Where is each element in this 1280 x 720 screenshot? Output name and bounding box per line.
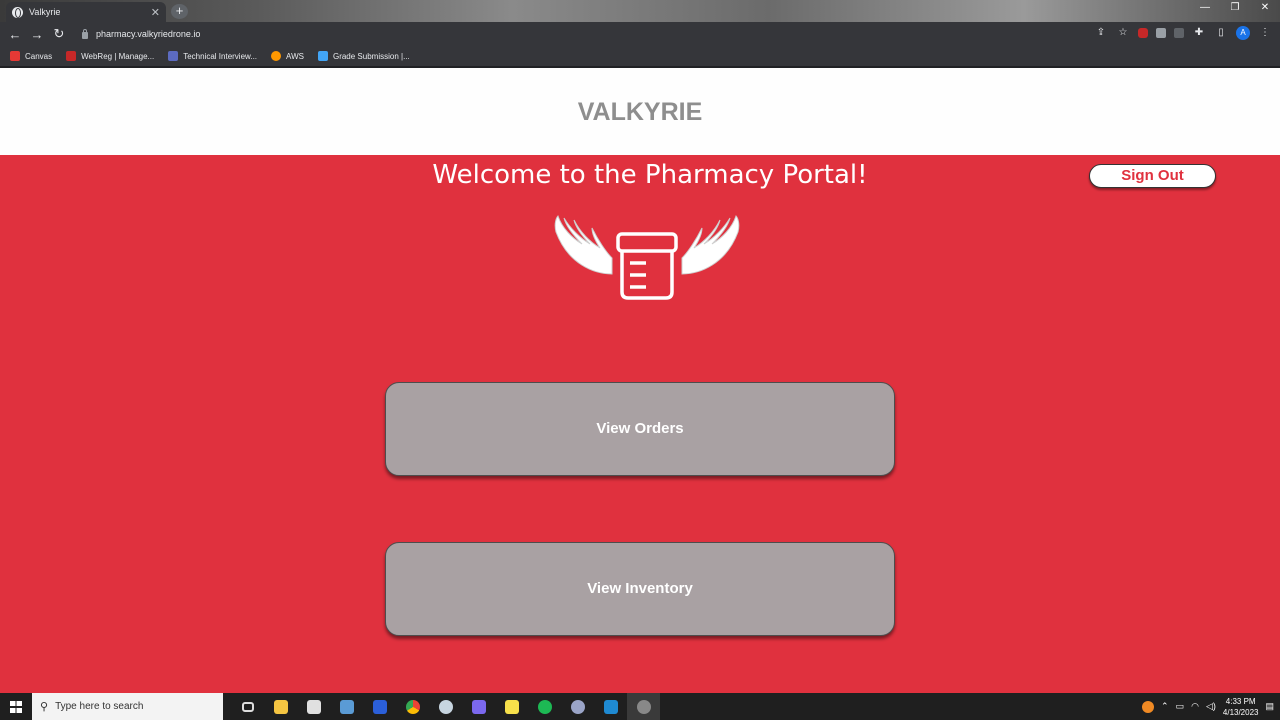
store-icon[interactable] [297, 693, 330, 720]
bookmark-icon [168, 51, 179, 61]
bookmark-aws[interactable]: AWS [271, 51, 304, 61]
globe-icon [12, 6, 23, 18]
profile-avatar[interactable]: A [1236, 26, 1250, 40]
view-orders-button[interactable]: View Orders [385, 382, 895, 476]
discord-icon[interactable] [561, 693, 594, 720]
back-button[interactable]: ← [4, 27, 26, 42]
winged-pill-bottle-logo [554, 215, 740, 300]
extension-icon[interactable] [1138, 28, 1148, 38]
clock-time: 4:33 PM [1225, 696, 1256, 706]
file-explorer-icon[interactable] [264, 693, 297, 720]
browser-tab[interactable]: Valkyrie ✕ [6, 2, 166, 22]
app-icon[interactable] [462, 693, 495, 720]
task-view-icon[interactable] [231, 693, 264, 720]
maximize-button[interactable]: ❐ [1220, 0, 1250, 18]
steam-icon[interactable] [429, 693, 462, 720]
mail-icon[interactable] [330, 693, 363, 720]
search-icon: ⚲ [40, 701, 49, 713]
lock-icon [82, 28, 88, 39]
site-header: VALKYRIE [0, 68, 1280, 155]
bookmark-icon [271, 51, 282, 61]
bookmark-technical-interview[interactable]: Technical Interview... [168, 51, 257, 61]
pharmacy-portal-page: VALKYRIE Welcome to the Pharmacy Portal!… [0, 68, 1280, 693]
battery-icon[interactable]: ▭ [1176, 701, 1185, 712]
bookmarks-bar: Canvas WebReg | Manage... Technical Inte… [0, 46, 1280, 66]
start-button[interactable] [0, 693, 32, 720]
star-icon[interactable]: ☆ [1116, 26, 1130, 40]
browser-toolbar: ← → ↻ pharmacy.valkyriedrone.io ⇪ ☆ ✚ ▯ … [0, 22, 1280, 46]
spotify-icon[interactable] [528, 693, 561, 720]
system-tray: ⌃ ▭ ◠ ◁) 4:33 PM 4/13/2023 ▤ [1142, 693, 1280, 720]
reload-button[interactable]: ↻ [48, 26, 70, 42]
close-tab-icon[interactable]: ✕ [151, 6, 160, 19]
taskbar-search[interactable]: ⚲ Type here to search [32, 693, 223, 720]
bookmark-grade-submission[interactable]: Grade Submission |... [317, 51, 410, 61]
browser-tabstrip: Valkyrie ✕ + — ❐ ✕ [0, 0, 1280, 22]
close-window-button[interactable]: ✕ [1250, 0, 1280, 18]
notification-icon[interactable]: ▤ [1265, 701, 1274, 712]
chevron-up-icon[interactable]: ⌃ [1161, 701, 1169, 712]
extensions-icon[interactable]: ✚ [1192, 26, 1206, 40]
chrome-icon[interactable] [396, 693, 429, 720]
new-tab-button[interactable]: + [171, 4, 188, 19]
address-bar[interactable]: pharmacy.valkyriedrone.io [74, 25, 1084, 43]
extension-icon[interactable] [1174, 28, 1184, 38]
taskbar-apps [231, 693, 660, 720]
bookmark-canvas[interactable]: Canvas [10, 51, 52, 61]
windows-logo-icon [10, 700, 22, 713]
volume-icon[interactable]: ◁) [1206, 701, 1216, 712]
toolbar-actions: ⇪ ☆ ✚ ▯ A ⋮ [1094, 26, 1272, 40]
forward-button[interactable]: → [26, 27, 48, 42]
tab-title: Valkyrie [29, 7, 61, 17]
app-icon[interactable] [363, 693, 396, 720]
menu-icon[interactable]: ⋮ [1258, 26, 1272, 40]
tray-app-icon[interactable] [1142, 700, 1155, 713]
bookmark-icon [317, 51, 328, 61]
right-wing-icon [681, 215, 740, 275]
sign-out-button[interactable]: Sign Out [1089, 164, 1216, 188]
brand-title: VALKYRIE [577, 98, 703, 126]
bookmark-icon [10, 51, 20, 61]
window-controls: — ❐ ✕ [1190, 0, 1280, 18]
url-text: pharmacy.valkyriedrone.io [96, 29, 201, 39]
bookmark-webreg[interactable]: WebReg | Manage... [66, 51, 154, 61]
minimize-button[interactable]: — [1190, 0, 1220, 18]
windows-taskbar: ⚲ Type here to search ⌃ ▭ ◠ ◁) 4:33 PM 4… [0, 693, 1280, 720]
sidepanel-icon[interactable]: ▯ [1214, 26, 1228, 40]
app-icon[interactable] [627, 693, 660, 720]
view-inventory-button[interactable]: View Inventory [385, 542, 895, 636]
extension-icon[interactable] [1156, 28, 1166, 38]
pill-bottle-icon [616, 232, 678, 300]
wifi-icon[interactable]: ◠ [1191, 701, 1199, 712]
sticky-notes-icon[interactable] [495, 693, 528, 720]
search-placeholder: Type here to search [55, 701, 144, 712]
bookmark-icon [66, 51, 77, 61]
welcome-heading: Welcome to the Pharmacy Portal! [432, 160, 868, 190]
clock-date: 4/13/2023 [1222, 707, 1259, 717]
left-wing-icon [554, 215, 613, 275]
clock[interactable]: 4:33 PM 4/13/2023 [1223, 696, 1259, 718]
share-icon[interactable]: ⇪ [1094, 26, 1108, 40]
vscode-icon[interactable] [594, 693, 627, 720]
